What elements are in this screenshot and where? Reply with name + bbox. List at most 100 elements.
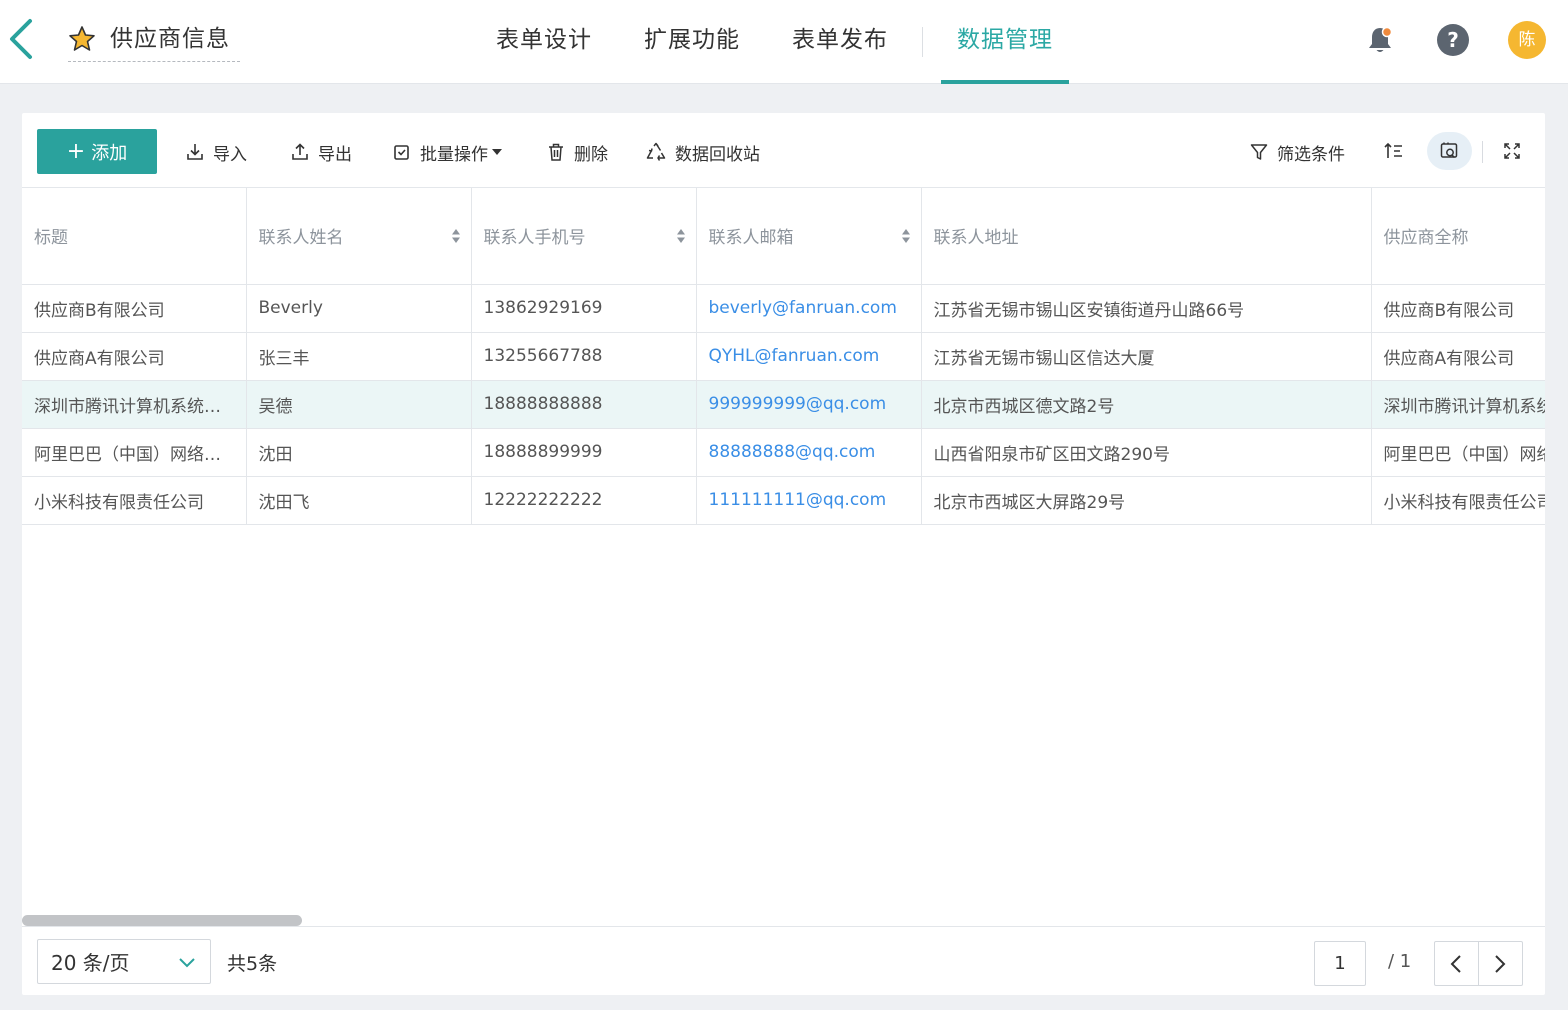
cell-supplier-fullname[interactable]: 深圳市腾讯计算机系统有限公司: [1371, 380, 1545, 429]
app-title-area: 供应商信息: [68, 22, 240, 62]
column-header-label: 供应商全称: [1383, 228, 1469, 249]
column-header-label: 标题: [34, 228, 68, 249]
caret-down-icon: [492, 149, 502, 155]
main-tabs: 表单设计 扩展功能 表单发布 数据管理: [470, 0, 1079, 84]
cell-contact-address[interactable]: 山西省阳泉市矿区田文路290号: [921, 428, 1372, 477]
back-arrow-icon[interactable]: [6, 18, 36, 62]
cell-contact-phone[interactable]: 12222222222: [471, 476, 697, 525]
cell-contact-email[interactable]: 111111111@qq.com: [696, 476, 922, 525]
page-size-select[interactable]: 20 条/页: [37, 939, 211, 984]
chevron-right-icon: [1495, 954, 1506, 973]
total-pages: / 1: [1388, 951, 1412, 972]
column-header-contact-phone[interactable]: 联系人手机号: [471, 188, 697, 285]
fullscreen-button[interactable]: [1492, 132, 1532, 170]
sort-icon: [1384, 142, 1402, 158]
column-header-title[interactable]: 标题: [22, 188, 247, 285]
prev-page-button[interactable]: [1435, 942, 1479, 985]
data-table: 标题 联系人姓名 联系人手机号 联系人邮箱 联系人地址 供应商全称 供应商B有限…: [22, 188, 1545, 525]
cell-contact-email[interactable]: beverly@fanruan.com: [696, 284, 922, 333]
help-icon[interactable]: ?: [1437, 24, 1469, 56]
column-header-contact-address[interactable]: 联系人地址: [921, 188, 1372, 285]
column-header-label: 联系人姓名: [258, 228, 344, 249]
table-row[interactable]: 小米科技有限责任公司 沈田飞 12222222222 111111111@qq.…: [22, 476, 1545, 525]
data-panel: + 添加 导入 导出 批量操作 删除 数据回收站 筛选条件 标题 联系人姓名 联…: [22, 113, 1545, 995]
cell-contact-address[interactable]: 江苏省无锡市锡山区安镇街道丹山路66号: [921, 284, 1372, 333]
import-label: 导入: [213, 144, 247, 165]
import-button[interactable]: 导入: [185, 139, 247, 165]
batch-edit-icon: [394, 145, 409, 160]
top-header: 供应商信息 表单设计 扩展功能 表单发布 数据管理 ? 陈: [0, 0, 1568, 84]
toolbar: + 添加 导入 导出 批量操作 删除 数据回收站 筛选条件: [22, 113, 1545, 188]
sort-arrows-icon[interactable]: [901, 228, 911, 244]
total-count: 共5条: [227, 953, 278, 975]
cell-supplier-fullname[interactable]: 供应商A有限公司: [1371, 332, 1545, 381]
cell-contact-phone[interactable]: 13255667788: [471, 332, 697, 381]
cell-contact-name[interactable]: 沈田: [246, 428, 472, 477]
filter-button[interactable]: 筛选条件: [1249, 139, 1345, 165]
column-header-contact-email[interactable]: 联系人邮箱: [696, 188, 922, 285]
cell-contact-phone[interactable]: 18888888888: [471, 380, 697, 429]
notification-bell-icon[interactable]: [1364, 24, 1396, 56]
export-button[interactable]: 导出: [290, 139, 352, 165]
plus-icon: +: [66, 138, 86, 164]
table-header-row: 标题 联系人姓名 联系人手机号 联系人邮箱 联系人地址 供应商全称: [22, 188, 1545, 285]
current-page-input[interactable]: 1: [1314, 941, 1366, 986]
chevron-down-icon: [179, 958, 195, 968]
cell-title[interactable]: 阿里巴巴（中国）网络技术有限公司: [22, 428, 247, 477]
cell-contact-name[interactable]: 沈田飞: [246, 476, 472, 525]
tab-form-publish[interactable]: 表单发布: [766, 0, 914, 84]
sort-arrows-icon[interactable]: [676, 228, 686, 244]
cell-contact-email[interactable]: 999999999@qq.com: [696, 380, 922, 429]
table-row[interactable]: 供应商B有限公司 Beverly 13862929169 beverly@fan…: [22, 284, 1545, 333]
cell-contact-email[interactable]: QYHL@fanruan.com: [696, 332, 922, 381]
toolbar-divider: [1482, 141, 1483, 163]
cell-contact-address[interactable]: 江苏省无锡市锡山区信达大厦: [921, 332, 1372, 381]
sort-button[interactable]: [1374, 132, 1414, 170]
add-button[interactable]: + 添加: [37, 129, 157, 174]
data-table-area: 标题 联系人姓名 联系人手机号 联系人邮箱 联系人地址 供应商全称 供应商B有限…: [22, 188, 1545, 926]
table-row[interactable]: 阿里巴巴（中国）网络技术有限公司 沈田 18888899999 88888888…: [22, 428, 1545, 477]
table-row-highlighted[interactable]: 深圳市腾讯计算机系统有限公司 吴德 18888888888 999999999@…: [22, 380, 1545, 429]
column-header-label: 联系人地址: [933, 228, 1019, 249]
chevron-left-icon: [1450, 954, 1461, 973]
horizontal-scrollbar[interactable]: [22, 915, 302, 926]
filter-label: 筛选条件: [1277, 144, 1345, 165]
cell-title[interactable]: 深圳市腾讯计算机系统有限公司: [22, 380, 247, 429]
column-header-supplier-fullname[interactable]: 供应商全称: [1371, 188, 1545, 285]
batch-operation-dropdown[interactable]: 批量操作: [392, 139, 502, 165]
batch-operation-label: 批量操作: [420, 144, 488, 165]
column-header-label: 联系人手机号: [483, 228, 586, 249]
recycle-bin-button[interactable]: 数据回收站: [645, 139, 760, 165]
tab-data-management[interactable]: 数据管理: [931, 0, 1079, 84]
view-settings-icon: [1440, 142, 1457, 159]
sort-arrows-icon[interactable]: [451, 228, 461, 244]
cell-contact-address[interactable]: 北京市西城区德文路2号: [921, 380, 1372, 429]
tab-form-design[interactable]: 表单设计: [470, 0, 618, 84]
cell-contact-address[interactable]: 北京市西城区大屏路29号: [921, 476, 1372, 525]
cell-title[interactable]: 供应商B有限公司: [22, 284, 247, 333]
export-label: 导出: [318, 144, 352, 165]
cell-contact-phone[interactable]: 13862929169: [471, 284, 697, 333]
delete-button[interactable]: 删除: [546, 139, 608, 165]
cell-title[interactable]: 供应商A有限公司: [22, 332, 247, 381]
cell-contact-phone[interactable]: 18888899999: [471, 428, 697, 477]
cell-contact-name[interactable]: 张三丰: [246, 332, 472, 381]
add-button-label: 添加: [91, 142, 128, 164]
tab-extensions[interactable]: 扩展功能: [618, 0, 766, 84]
cell-supplier-fullname[interactable]: 阿里巴巴（中国）网络技术有限公司: [1371, 428, 1545, 477]
cell-contact-email[interactable]: 88888888@qq.com: [696, 428, 922, 477]
page-size-value: 20 条/页: [51, 951, 130, 975]
pagination-footer: 20 条/页 共5条 1 / 1: [22, 926, 1545, 995]
star-icon[interactable]: [68, 25, 96, 53]
next-page-button[interactable]: [1479, 942, 1523, 985]
view-settings-button[interactable]: [1427, 132, 1472, 170]
cell-title[interactable]: 小米科技有限责任公司: [22, 476, 247, 525]
cell-contact-name[interactable]: Beverly: [246, 284, 472, 333]
table-row[interactable]: 供应商A有限公司 张三丰 13255667788 QYHL@fanruan.co…: [22, 332, 1545, 381]
cell-supplier-fullname[interactable]: 小米科技有限责任公司: [1371, 476, 1545, 525]
delete-label: 删除: [574, 144, 608, 165]
cell-supplier-fullname[interactable]: 供应商B有限公司: [1371, 284, 1545, 333]
column-header-contact-name[interactable]: 联系人姓名: [246, 188, 472, 285]
user-avatar[interactable]: 陈: [1508, 21, 1546, 59]
cell-contact-name[interactable]: 吴德: [246, 380, 472, 429]
